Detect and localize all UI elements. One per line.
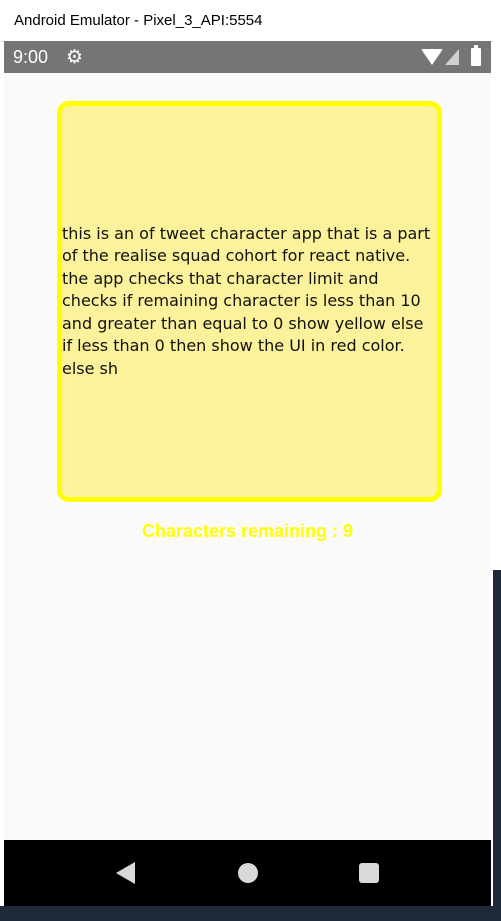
- characters-remaining-label: Characters remaining : 9: [141, 521, 354, 541]
- wifi-icon: [421, 49, 443, 65]
- emulator-window: Android Emulator - Pixel_3_API:5554 9:00…: [0, 0, 493, 921]
- desktop-background-edge: [493, 570, 501, 921]
- android-nav-bar: [4, 840, 491, 906]
- window-titlebar[interactable]: Android Emulator - Pixel_3_API:5554: [0, 0, 493, 42]
- android-status-bar: 9:00 ⚙: [4, 41, 491, 73]
- tweet-text[interactable]: this is an of tweet character app that i…: [62, 223, 437, 381]
- battery-icon: [471, 45, 481, 66]
- cell-signal-icon: [445, 49, 459, 65]
- back-icon[interactable]: [116, 862, 135, 884]
- app-screen: this is an of tweet character app that i…: [4, 73, 491, 840]
- desktop-background: [0, 906, 493, 921]
- gear-icon: ⚙: [66, 46, 84, 68]
- tweet-input-box[interactable]: this is an of tweet character app that i…: [57, 101, 442, 502]
- window-edge: [493, 0, 501, 570]
- home-icon[interactable]: [238, 863, 258, 883]
- recents-icon[interactable]: [359, 863, 379, 883]
- window-title: Android Emulator - Pixel_3_API:5554: [14, 12, 263, 29]
- status-time: 9:00: [13, 47, 49, 67]
